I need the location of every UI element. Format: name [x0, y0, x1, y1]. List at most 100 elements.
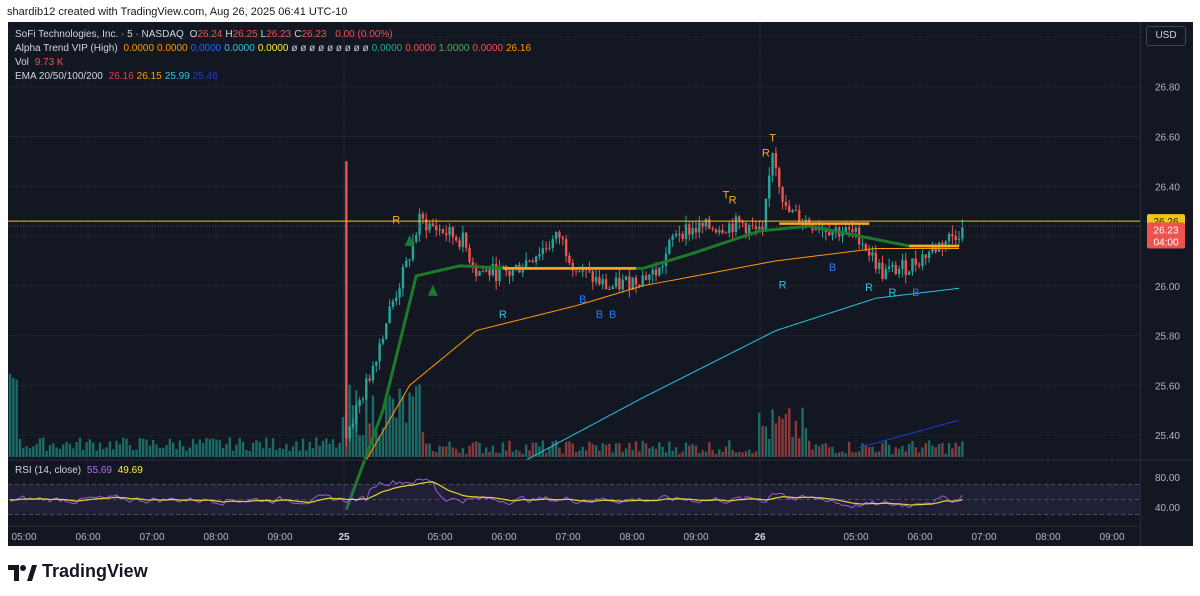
candle-body	[867, 250, 871, 256]
currency-button[interactable]: USD	[1146, 26, 1186, 46]
symbol-legend[interactable]: SoFi Technologies, Inc. · 5 · NASDAQ O26…	[15, 29, 396, 40]
volume-bar	[211, 438, 215, 457]
volume-bar	[145, 439, 148, 457]
volume-bar	[285, 443, 288, 457]
rsi-legend[interactable]: RSI (14, close) 55.69 49.69	[15, 465, 146, 476]
candle-body	[884, 268, 887, 279]
volume-bar	[937, 443, 941, 457]
candle-body	[674, 233, 678, 236]
volume-bar	[744, 451, 748, 457]
candle-body	[784, 201, 788, 206]
volume-bar	[504, 450, 508, 457]
volume-bar	[28, 448, 32, 457]
volume-bar	[564, 442, 568, 457]
volume-bar	[494, 452, 498, 457]
candle-body	[398, 288, 401, 298]
volume-bar	[571, 443, 574, 457]
candle-body	[854, 227, 858, 232]
volume-bar	[561, 453, 564, 457]
volume-bar	[907, 444, 911, 457]
candle-body	[774, 153, 778, 169]
volume-bar	[38, 438, 42, 457]
volume-bar	[218, 440, 221, 457]
candle-body	[614, 277, 618, 287]
signal-label: T	[769, 132, 776, 144]
volume-bar	[225, 443, 228, 457]
volume-bar	[348, 384, 351, 457]
volume-bar	[608, 443, 611, 457]
volume-bar	[704, 451, 708, 457]
ema-legend[interactable]: EMA 20/50/100/200 26.16 26.15 25.99 25.46	[15, 71, 224, 82]
volume-bar	[581, 446, 584, 457]
volume-bar	[861, 443, 864, 457]
volume-bar	[125, 438, 128, 457]
volume-name: Vol	[15, 57, 29, 68]
volume-bar	[791, 437, 794, 457]
candle-body	[448, 226, 451, 235]
volume-bar	[841, 451, 844, 457]
alpha-trend-legend[interactable]: Alpha Trend VIP (High) 0.0000 0.0000 0.000…	[15, 43, 537, 54]
volume-bar	[105, 447, 108, 457]
time-axis-label: 05:00	[11, 532, 36, 543]
volume-bar	[475, 441, 478, 457]
candle-body	[881, 262, 884, 279]
volume-bar	[15, 379, 18, 457]
volume-bar	[231, 450, 235, 457]
candle-body	[365, 378, 368, 400]
ema-value: 26.16	[108, 71, 134, 82]
volume-bar	[698, 453, 701, 457]
candle-body	[608, 288, 611, 290]
volume-bar	[241, 441, 245, 457]
signal-label: R	[888, 287, 896, 299]
alpha-trend-value: 0.0000	[371, 43, 403, 54]
volume-bar	[801, 407, 804, 457]
candle-body	[378, 343, 381, 362]
candle-body	[391, 301, 395, 307]
volume-bar	[428, 443, 431, 457]
candle-body	[538, 254, 541, 257]
candle-body	[718, 230, 721, 233]
candle-body	[661, 265, 664, 268]
volume-legend[interactable]: Vol 9.73 K	[15, 57, 67, 68]
volume-bar	[734, 452, 738, 457]
price-chart-svg[interactable]: 27.0026.8026.6026.4026.2026.0025.8025.60…	[0, 0, 1200, 596]
volume-bar	[784, 413, 788, 457]
price-axis-label: 26.80	[1155, 83, 1180, 94]
candle-body	[455, 237, 458, 241]
candle-body	[468, 247, 471, 262]
candle-body	[601, 279, 604, 285]
candle-body	[348, 426, 351, 439]
volume-bar	[132, 450, 135, 457]
volume-bar	[75, 441, 78, 457]
candle-body	[708, 219, 711, 229]
volume-bar	[551, 441, 554, 457]
volume-bar	[854, 452, 858, 457]
candle-body	[778, 168, 781, 188]
volume-bar	[694, 445, 698, 457]
signal-label: B	[596, 309, 603, 321]
volume-bar	[614, 443, 618, 457]
candle-body	[438, 229, 441, 231]
volume-bar	[708, 442, 711, 457]
candle-body	[401, 267, 405, 289]
volume-bar	[178, 440, 182, 457]
volume-bar	[847, 441, 851, 457]
volume-bar	[431, 450, 435, 457]
time-axis-label: 06:00	[491, 532, 516, 543]
candle-body	[458, 240, 461, 248]
volume-bar	[295, 441, 298, 457]
volume-bar	[924, 443, 927, 457]
volume-bar	[278, 447, 281, 457]
volume-bar	[721, 451, 724, 457]
volume-bar	[215, 439, 218, 457]
volume-bar	[651, 446, 654, 457]
candle-body	[768, 175, 771, 199]
volume-bar	[271, 438, 275, 457]
volume-bar	[288, 450, 291, 457]
time-axis-label: 08:00	[203, 532, 228, 543]
volume-bar	[95, 450, 98, 457]
candle-body	[714, 229, 718, 233]
volume-bar	[408, 392, 411, 457]
volume-bar	[661, 446, 664, 457]
candle-body	[488, 269, 491, 276]
